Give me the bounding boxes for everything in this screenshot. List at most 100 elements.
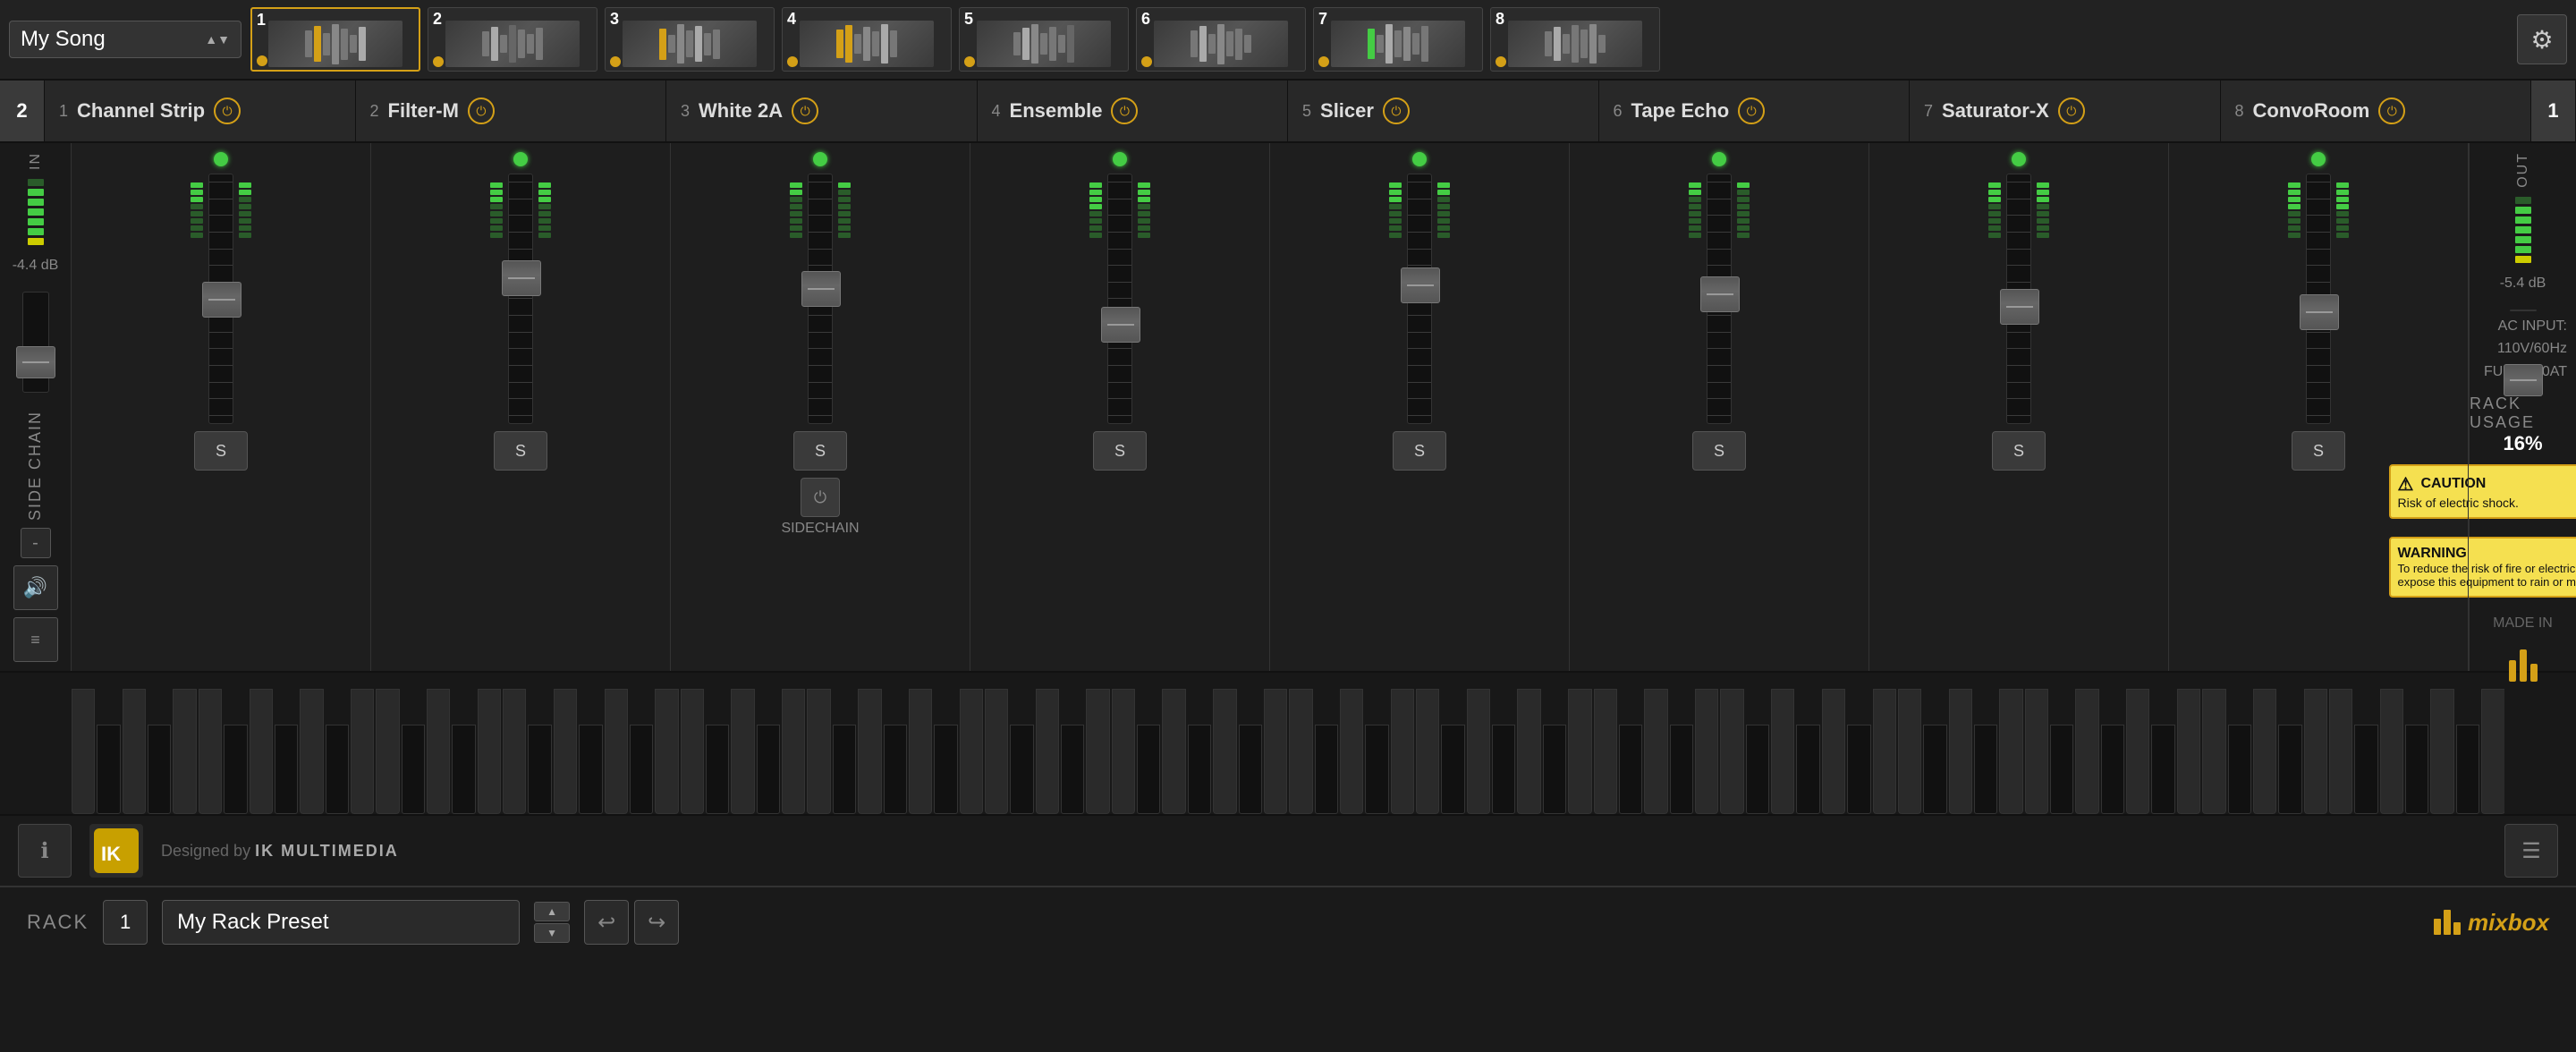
piano-key-black[interactable] [326,725,349,814]
piano-key-black[interactable] [1188,725,1211,814]
send-button-7[interactable]: S [1992,431,2046,471]
piano-key-black[interactable] [1543,725,1566,814]
fader-track-8[interactable] [2306,174,2331,424]
piano-key-white[interactable] [478,689,501,814]
slot-power-4[interactable] [787,56,798,67]
channel-power-6[interactable]: ⏻ [1738,98,1765,124]
rack-slot-1[interactable]: 1 [250,7,420,72]
slot-power-7[interactable] [1318,56,1329,67]
fader-handle-2[interactable] [502,260,541,296]
piano-key-white[interactable] [1720,689,1743,814]
send-button-2[interactable]: S [494,431,547,471]
undo-button[interactable]: ↩ [584,900,629,945]
rack-slot-5[interactable]: 5 [959,7,1129,72]
piano-key-white[interactable] [250,689,273,814]
piano-key-white[interactable] [807,689,830,814]
fader-track-2[interactable] [508,174,533,424]
fader-track-6[interactable] [1707,174,1732,424]
piano-key-white[interactable] [655,689,678,814]
piano-key-white[interactable] [2075,689,2098,814]
piano-key-white[interactable] [1898,689,1921,814]
piano-key-black[interactable] [148,725,171,814]
piano-key-white[interactable] [909,689,932,814]
piano-key-white[interactable] [1568,689,1591,814]
fader-track-4[interactable] [1107,174,1132,424]
piano-key-white[interactable] [858,689,881,814]
piano-key-black[interactable] [2228,725,2251,814]
piano-key-white[interactable] [1949,689,1972,814]
piano-key-white[interactable] [2177,689,2200,814]
piano-key-black[interactable] [2050,725,2073,814]
send-button-3[interactable]: S [793,431,847,471]
piano-key-black[interactable] [224,725,247,814]
piano-key-black[interactable] [2101,725,2124,814]
piano-key-white[interactable] [1594,689,1617,814]
piano-key-white[interactable] [72,689,95,814]
rack-slot-4[interactable]: 4 [782,7,952,72]
piano-key-black[interactable] [1061,725,1084,814]
piano-key-black[interactable] [2405,725,2428,814]
piano-key-white[interactable] [2126,689,2149,814]
piano-key-white[interactable] [1416,689,1439,814]
piano-key-white[interactable] [1695,689,1718,814]
piano-key-black[interactable] [2151,725,2174,814]
fader-handle-7[interactable] [2000,289,2039,325]
piano-key-white[interactable] [2430,689,2453,814]
slot-power-2[interactable] [433,56,444,67]
piano-key-white[interactable] [300,689,323,814]
piano-key-white[interactable] [1162,689,1185,814]
song-selector[interactable]: My Song ▲▼ [9,21,242,58]
piano-key-white[interactable] [1264,689,1287,814]
piano-key-black[interactable] [1974,725,1997,814]
piano-key-black[interactable] [275,725,298,814]
piano-key-white[interactable] [782,689,805,814]
slot-power-6[interactable] [1141,56,1152,67]
piano-key-white[interactable] [199,689,222,814]
piano-key-white[interactable] [1999,689,2022,814]
piano-key-black[interactable] [1847,725,1870,814]
piano-key-white[interactable] [2380,689,2403,814]
piano-key-black[interactable] [97,725,120,814]
piano-key-black[interactable] [757,725,780,814]
piano-key-black[interactable] [706,725,729,814]
piano-key-white[interactable] [2481,689,2504,814]
piano-key-white[interactable] [2253,689,2276,814]
fader-handle-5[interactable] [1401,267,1440,303]
fader-track-1[interactable] [208,174,233,424]
fader-handle-4[interactable] [1101,307,1140,343]
piano-key-black[interactable] [630,725,653,814]
piano-key-black[interactable] [1796,725,1819,814]
send-button-8[interactable]: S [2292,431,2345,471]
piano-key-black[interactable] [452,725,475,814]
send-button-6[interactable]: S [1692,431,1746,471]
piano-key-white[interactable] [123,689,146,814]
channel-power-3[interactable]: ⏻ [792,98,818,124]
preset-arrow-up[interactable]: ▲ [534,902,570,921]
piano-key-black[interactable] [1137,725,1160,814]
gear-button[interactable]: ⚙ [2517,14,2567,64]
redo-button[interactable]: ↪ [634,900,679,945]
fader-track-5[interactable] [1407,174,1432,424]
fader-handle-8[interactable] [2300,294,2339,330]
send-button-4[interactable]: S [1093,431,1147,471]
slot-power-1[interactable] [257,55,267,66]
piano-key-white[interactable] [1517,689,1540,814]
rack-slot-3[interactable]: 3 [605,7,775,72]
speaker-button[interactable]: 🔊 [13,565,58,610]
piano-key-black[interactable] [884,725,907,814]
piano-key-white[interactable] [731,689,754,814]
piano-key-white[interactable] [985,689,1008,814]
piano-key-black[interactable] [934,725,957,814]
piano-key-white[interactable] [2202,689,2225,814]
piano-key-white[interactable] [681,689,704,814]
piano-keyboard[interactable]: var keyPattern = [0,1,0,1,0,0,1,0,1,0,1,… [72,689,2504,814]
rack-slot-7[interactable]: 7 [1313,7,1483,72]
channel-power-7[interactable]: ⏻ [2058,98,2085,124]
piano-key-white[interactable] [1467,689,1490,814]
piano-key-white[interactable] [1213,689,1236,814]
slot-power-5[interactable] [964,56,975,67]
piano-key-white[interactable] [1873,689,1896,814]
piano-key-white[interactable] [427,689,450,814]
channel-power-4[interactable]: ⏻ [1111,98,1138,124]
piano-key-white[interactable] [1340,689,1363,814]
